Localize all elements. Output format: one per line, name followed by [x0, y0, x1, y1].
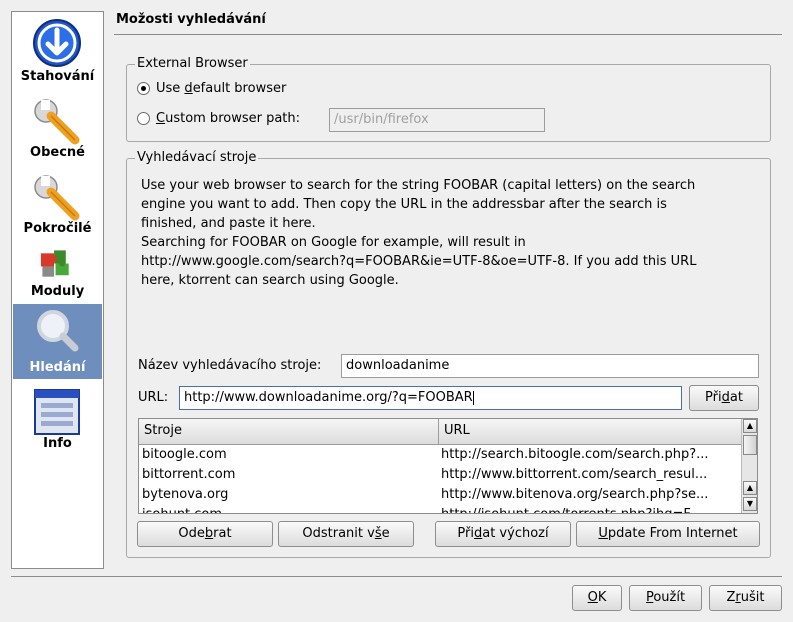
table-row[interactable]: bytenova.org http://www.bitenova.org/sea…	[139, 485, 739, 505]
divider	[114, 34, 782, 35]
update-from-internet-button[interactable]: Update From Internet	[576, 521, 760, 547]
add-default-button[interactable]: Přidat výchozí	[435, 521, 571, 547]
scroll-thumb[interactable]	[743, 435, 757, 455]
text-caret	[472, 390, 474, 405]
sidebar-item-label: Moduly	[30, 284, 85, 299]
group-legend: External Browser	[135, 56, 250, 71]
magnifier-icon	[37, 310, 79, 352]
sidebar-item-obecne[interactable]: Obecné	[13, 92, 102, 166]
cancel-button[interactable]: Zrušit	[709, 585, 782, 611]
engine-url-cell: http://search.bitoogle.com/search.php?..…	[441, 447, 709, 462]
default-browser-label: Use default browser	[156, 81, 287, 96]
vertical-scrollbar[interactable]: ▲ ▲ ▼	[741, 419, 757, 513]
engine-name-cell: bytenova.org	[142, 487, 229, 502]
remove-all-button[interactable]: Odstranit vše	[278, 521, 414, 547]
sidebar-item-label: Hledání	[29, 360, 86, 375]
info-window-icon	[34, 389, 80, 435]
engines-table[interactable]: Stroje URL bitoogle.com http://search.bi…	[138, 418, 758, 514]
scroll-up-button[interactable]: ▲	[743, 419, 757, 433]
sidebar-item-hledani[interactable]: Hledání	[13, 304, 102, 379]
column-header-engines[interactable]: Stroje	[139, 419, 439, 445]
engines-description: Use your web browser to search for the s…	[141, 178, 697, 288]
group-legend: Vyhledávací stroje	[135, 150, 259, 165]
engine-url-cell: http://isohunt.com/torrents.php?ihq=F...	[441, 505, 739, 513]
sidebar-item-label: Stahování	[20, 69, 95, 84]
sidebar-item-label: Pokročilé	[23, 221, 92, 236]
remove-button[interactable]: Odebrat	[137, 521, 273, 547]
engine-name-cell: isohunt.com	[142, 505, 222, 513]
custom-browser-label: Custom browser path:	[156, 111, 301, 126]
engine-url-cell: http://www.bitenova.org/search.php?se...	[441, 487, 709, 502]
page-title: Možosti vyhledávání	[116, 12, 266, 27]
table-row[interactable]: isohunt.com http://isohunt.com/torrents.…	[139, 505, 739, 513]
url-label: URL:	[138, 390, 169, 405]
sidebar-item-moduly[interactable]: Moduly	[13, 244, 102, 304]
sidebar-item-label: Info	[43, 436, 72, 451]
url-input[interactable]: http://www.downloadanime.org/?q=FOOBAR	[179, 386, 682, 410]
sidebar-item-stahovani[interactable]: Stahování	[13, 13, 102, 88]
sidebar: Stahování Obecné Pokročilé Moduly Hledán…	[11, 11, 104, 569]
sidebar-item-info[interactable]: Info	[13, 382, 102, 457]
engine-url-cell: http://www.bittorrent.com/search_resul..…	[441, 467, 708, 482]
ok-button[interactable]: OK	[572, 585, 622, 611]
table-row[interactable]: bittorrent.com http://www.bittorrent.com…	[139, 465, 739, 485]
divider	[11, 576, 782, 577]
engine-name-cell: bitoogle.com	[142, 447, 227, 462]
apply-button[interactable]: Použít	[629, 585, 702, 611]
puzzle-icon	[40, 250, 69, 277]
sidebar-item-label: Obecné	[30, 145, 85, 160]
add-engine-button[interactable]: Přidat	[689, 385, 759, 411]
browser-path-input[interactable]: /usr/bin/firefox	[329, 108, 545, 132]
scroll-up-button[interactable]: ▲	[743, 481, 757, 495]
wrench-icon	[34, 99, 80, 145]
engine-name-input[interactable]: downloadanime	[341, 354, 759, 378]
external-browser-group: External Browser Use default browser Cus…	[126, 56, 771, 142]
custom-browser-radio[interactable]: Custom browser path:	[137, 111, 300, 126]
wrench-icon	[34, 175, 80, 221]
engine-name-cell: bittorrent.com	[142, 467, 236, 482]
default-browser-radio[interactable]: Use default browser	[137, 81, 286, 96]
scroll-down-button[interactable]: ▼	[743, 497, 757, 511]
download-arrow-icon	[33, 19, 81, 67]
radio-indicator[interactable]	[137, 112, 150, 125]
radio-indicator[interactable]	[137, 82, 150, 95]
table-row[interactable]: bitoogle.com http://search.bitoogle.com/…	[139, 445, 739, 465]
engine-name-label: Název vyhledávacího stroje:	[138, 358, 322, 373]
column-header-url[interactable]: URL	[439, 419, 743, 445]
sidebar-item-pokrocile[interactable]: Pokročilé	[13, 168, 102, 242]
